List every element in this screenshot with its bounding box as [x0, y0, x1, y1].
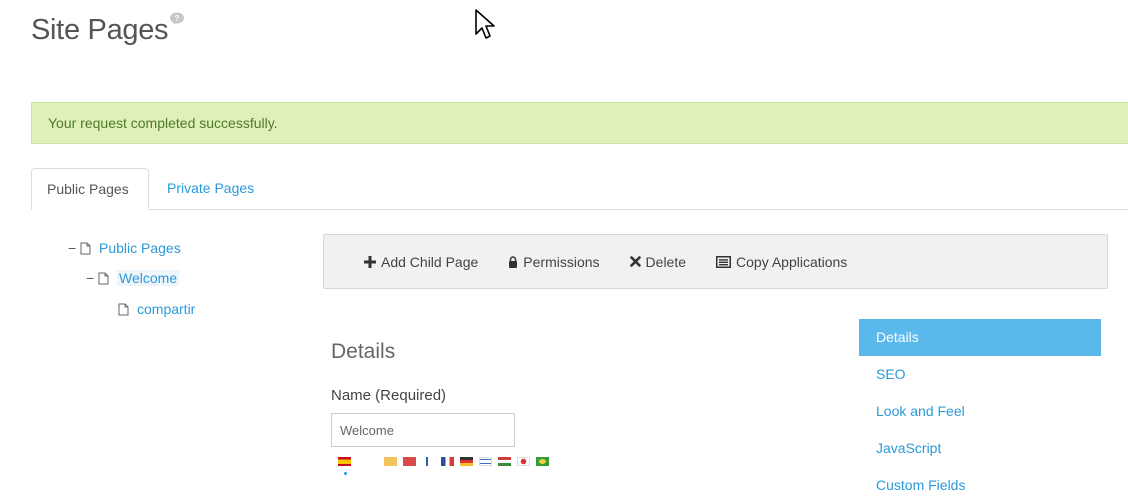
nav-custom-fields[interactable]: Custom Fields [859, 467, 1101, 504]
tree-node-label[interactable]: compartir [137, 301, 195, 317]
language-flags [338, 457, 555, 466]
page-icon [98, 272, 109, 284]
tab-public-pages[interactable]: Public Pages [31, 168, 149, 210]
lock-icon [508, 255, 518, 268]
flag-hu-icon[interactable] [498, 457, 511, 466]
delete-x-icon [629, 256, 641, 267]
flag-il-icon[interactable] [479, 457, 492, 466]
nav-seo[interactable]: SEO [859, 356, 1101, 393]
flag-red-icon[interactable] [403, 457, 416, 466]
tree-node-public-pages[interactable]: − Public Pages [68, 238, 181, 258]
plus-icon [364, 255, 376, 268]
page-toolbar: Add Child Page Permissions Delete Copy A… [323, 234, 1108, 289]
list-window-icon [716, 255, 732, 268]
flag-jp-icon[interactable] [517, 457, 530, 466]
copy-applications-button[interactable]: Copy Applications [716, 254, 847, 270]
flag-yellow-icon[interactable] [384, 457, 397, 466]
tree-node-welcome[interactable]: − Welcome [86, 268, 180, 288]
nav-look-and-feel[interactable]: Look and Feel [859, 393, 1101, 430]
name-field-label: Name (Required) [331, 387, 447, 404]
delete-label: Delete [645, 253, 687, 270]
nav-details[interactable]: Details [859, 319, 1101, 356]
flag-es-icon[interactable] [338, 457, 351, 466]
delete-button[interactable]: Delete [629, 253, 687, 270]
selected-language-indicator [344, 472, 347, 475]
add-child-page-label: Add Child Page [381, 253, 479, 270]
details-section-title: Details [331, 340, 396, 363]
mouse-cursor-icon [475, 9, 495, 39]
add-child-page-button[interactable]: Add Child Page [364, 254, 478, 270]
page-icon [80, 242, 91, 254]
svg-text:?: ? [175, 14, 180, 23]
copy-applications-label: Copy Applications [736, 253, 848, 270]
tree-node-label[interactable]: Welcome [117, 270, 180, 286]
details-side-nav: Details SEO Look and Feel JavaScript Cus… [859, 319, 1101, 493]
success-alert: Your request completed successfully. [31, 102, 1128, 144]
tree-node-label[interactable]: Public Pages [99, 240, 181, 256]
tab-private-pages[interactable]: Private Pages [152, 168, 269, 210]
name-field[interactable] [331, 413, 515, 447]
nav-javascript[interactable]: JavaScript [859, 430, 1101, 467]
tree-node-compartir[interactable]: compartir [118, 299, 195, 319]
flag-fr-icon[interactable] [441, 457, 454, 466]
collapse-icon[interactable]: − [68, 240, 80, 256]
permissions-button[interactable]: Permissions [508, 253, 600, 270]
flag-de-icon[interactable] [460, 457, 473, 466]
flag-fi-icon[interactable] [422, 457, 435, 466]
help-icon[interactable]: ? [169, 12, 185, 26]
flag-br-icon[interactable] [536, 457, 549, 466]
permissions-label: Permissions [523, 253, 600, 270]
page-icon [118, 303, 129, 315]
collapse-icon[interactable]: − [86, 270, 98, 286]
page-title: Site Pages [31, 14, 169, 46]
